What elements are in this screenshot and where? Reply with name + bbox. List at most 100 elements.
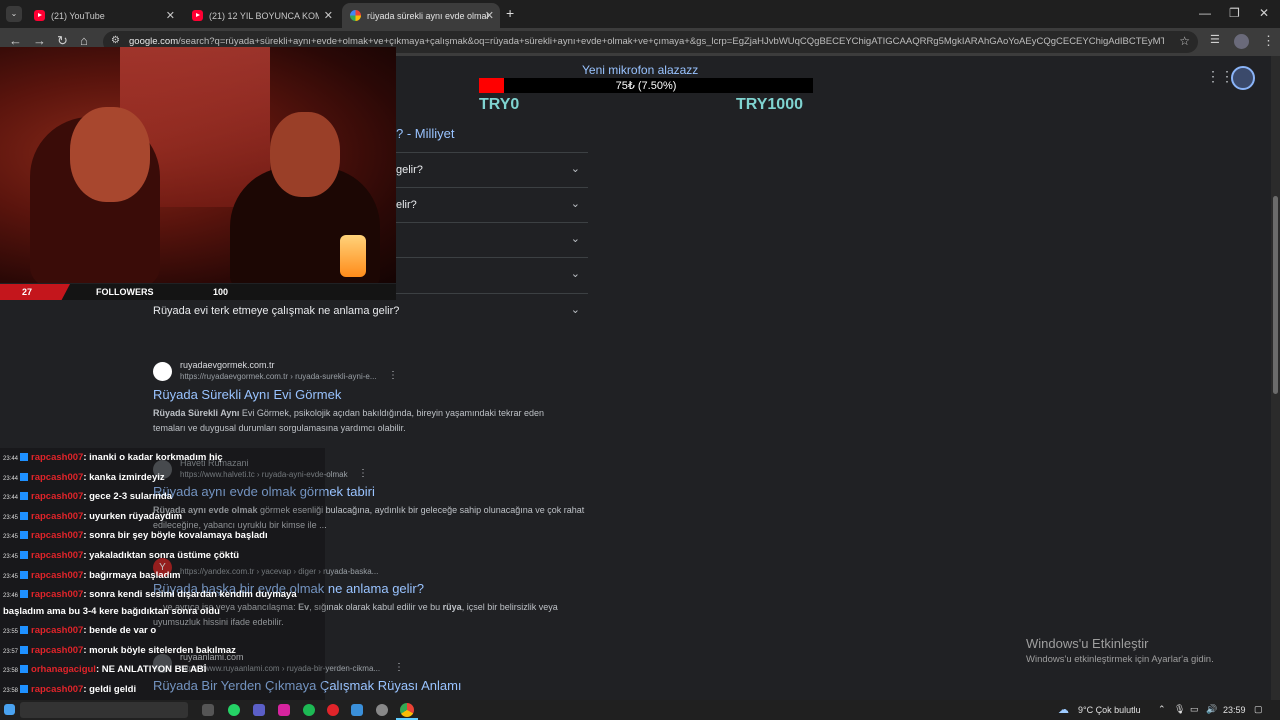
tab-youtube-1[interactable]: (21) YouTube ✕ [26,3,181,28]
tray-chevron-icon[interactable]: ⌃ [1158,704,1166,715]
chat-username: rapcash007 [31,511,84,522]
monitor-icon[interactable] [351,704,363,716]
tab-google-search[interactable]: rüyada sürekli aynı evde olmak ✕ [342,3,500,28]
chevron-down-icon[interactable]: ⌄ [571,267,580,280]
person-left-head [70,107,150,202]
home-icon[interactable]: ⌂ [80,33,88,48]
webcam-overlay [0,47,396,283]
weather-icon[interactable]: ☁ [1058,703,1069,716]
opera-icon[interactable] [327,704,339,716]
chat-message: 23:44 rapcash007: kanka izmirdeyiz [3,472,165,483]
chat-text: : gece 2-3 sularında [83,491,173,502]
chat-timestamp: 23:58 [3,688,19,694]
chevron-down-icon[interactable]: ⌄ [571,197,580,210]
chat-text: : uyurken rüyadaydım [83,511,183,522]
tab-title: (21) 12 YIL BOYUNCA KOMADA [209,10,319,21]
menu-icon[interactable]: ⋮ [1262,33,1275,49]
url-text[interactable]: google.com/search?q=rüyada+sürekli+aynı+… [129,36,1164,47]
url-path: /search?q=rüyada+sürekli+aynı+evde+olmak… [178,36,1164,47]
chat-text: : yakaladıktan sonra üstüme çöktü [83,550,240,561]
chat-timestamp: 23:44 [3,476,19,482]
chat-text: : inanki o kadar korkmadım hiç [83,452,223,463]
platform-badge-icon [20,551,29,560]
scrollbar-thumb[interactable] [1273,196,1278,394]
tab-youtube-2[interactable]: (21) 12 YIL BOYUNCA KOMADA ✕ [184,3,339,28]
instagram-icon[interactable] [278,704,290,716]
platform-badge-icon [20,512,29,521]
close-window-icon[interactable]: ✕ [1259,6,1269,20]
chat-message-continuation: başladım ama bu 3-4 kere bağıdıktan sonr… [3,606,220,617]
network-icon[interactable]: ▭ [1190,704,1199,715]
microphone-icon[interactable]: 🎙 [1174,704,1185,715]
whatsapp-icon[interactable] [228,704,240,716]
paa-question: Rüyada evi terk etmeye çalışmak ne anlam… [153,305,400,317]
person-right-head [270,112,340,197]
account-avatar[interactable] [1231,66,1255,90]
paa-question: gelir? [396,164,423,176]
restore-icon[interactable]: ❐ [1229,6,1240,20]
donation-max-label: TRY1000 [736,96,803,113]
tab-strip: ⌄ (21) YouTube ✕ (21) 12 YIL BOYUNCA KOM… [0,0,1280,28]
chat-text: : NE ANLATIYON BE ABİ [95,664,207,675]
platform-badge-icon [20,473,29,482]
chat-username: rapcash007 [31,589,84,600]
chat-message: 23:44 rapcash007: inanki o kadar korkmadı… [3,452,223,463]
chevron-down-icon[interactable]: ⌄ [571,162,580,175]
close-tab-icon[interactable]: ✕ [485,9,494,22]
chat-timestamp: 23:45 [3,515,19,521]
close-tab-icon[interactable]: ✕ [324,9,333,22]
apps-grid-icon[interactable]: ⋮⋮ [1206,68,1234,85]
platform-badge-icon [20,685,29,694]
chat-text: : moruk böyle sitelerden bakılmaz [83,645,236,656]
task-view-icon[interactable] [202,704,214,716]
paa-question: elir? [396,199,417,211]
windows-taskbar: ☁ 9°C Çok bulutlu ⌃ 🎙 ▭ 🔊 23:59 ▢ [0,700,1280,720]
teams-icon[interactable] [253,704,265,716]
weather-text[interactable]: 9°C Çok bulutlu [1078,705,1141,715]
platform-badge-icon [20,571,29,580]
followers-progress [0,284,70,300]
profile-avatar[interactable] [1234,34,1249,49]
close-tab-icon[interactable]: ✕ [166,9,175,22]
result-title[interactable]: Rüyada Sürekli Aynı Evi Görmek [153,387,341,402]
more-options-icon[interactable]: ⋮ [358,468,368,479]
spotify-icon[interactable] [303,704,315,716]
forward-icon[interactable]: → [33,33,46,48]
platform-badge-icon [20,665,29,674]
minimize-icon[interactable]: — [1199,6,1211,20]
chat-message: 23:55 rapcash007: bende de var o [3,625,156,636]
donation-goal-title: Yeni mikrofon alazazz [582,63,699,77]
tab-title: rüyada sürekli aynı evde olmak [367,10,489,21]
extensions-icon[interactable]: ☰ [1210,33,1220,46]
more-options-icon[interactable]: ⋮ [394,662,404,673]
result-title-milliyet[interactable]: ? - Milliyet [396,126,455,141]
site-info-icon[interactable]: ⚙ [111,35,120,46]
more-options-icon[interactable]: ⋮ [388,370,398,381]
chat-timestamp: 23:55 [3,629,19,635]
donation-progress-text: 75₺ (7.50%) [615,80,677,92]
obs-icon[interactable] [376,704,388,716]
result-site-name: ruyadaevgormek.com.tr [180,360,275,370]
followers-label: FOLLOWERS [96,287,154,297]
start-icon[interactable] [4,704,15,715]
bookmark-star-icon[interactable]: ☆ [1179,34,1190,48]
volume-icon[interactable]: 🔊 [1206,704,1217,715]
chrome-icon[interactable] [400,703,414,717]
chevron-down-icon[interactable]: ⌄ [571,303,580,316]
platform-badge-icon [20,531,29,540]
chat-username: orhanagacigul [31,664,96,675]
back-icon[interactable]: ← [9,33,22,48]
chevron-down-icon[interactable]: ⌄ [571,232,580,245]
notification-icon[interactable]: ▢ [1254,704,1263,715]
followers-count: 27 [22,287,33,297]
google-icon [350,10,361,21]
platform-badge-icon [20,453,29,462]
chat-message: 23:45 rapcash007: bağırmaya başladım [3,570,180,581]
tab-search-icon[interactable]: ⌄ [6,6,22,22]
tab-title: (21) YouTube [51,10,105,21]
new-tab-icon[interactable]: + [506,5,514,21]
result-url[interactable]: https://ruyadaevgormek.com.tr › ruyada-s… [180,372,377,381]
page-scrollbar[interactable] [1271,56,1280,700]
taskbar-search[interactable] [20,702,188,718]
clock[interactable]: 23:59 [1223,705,1246,715]
